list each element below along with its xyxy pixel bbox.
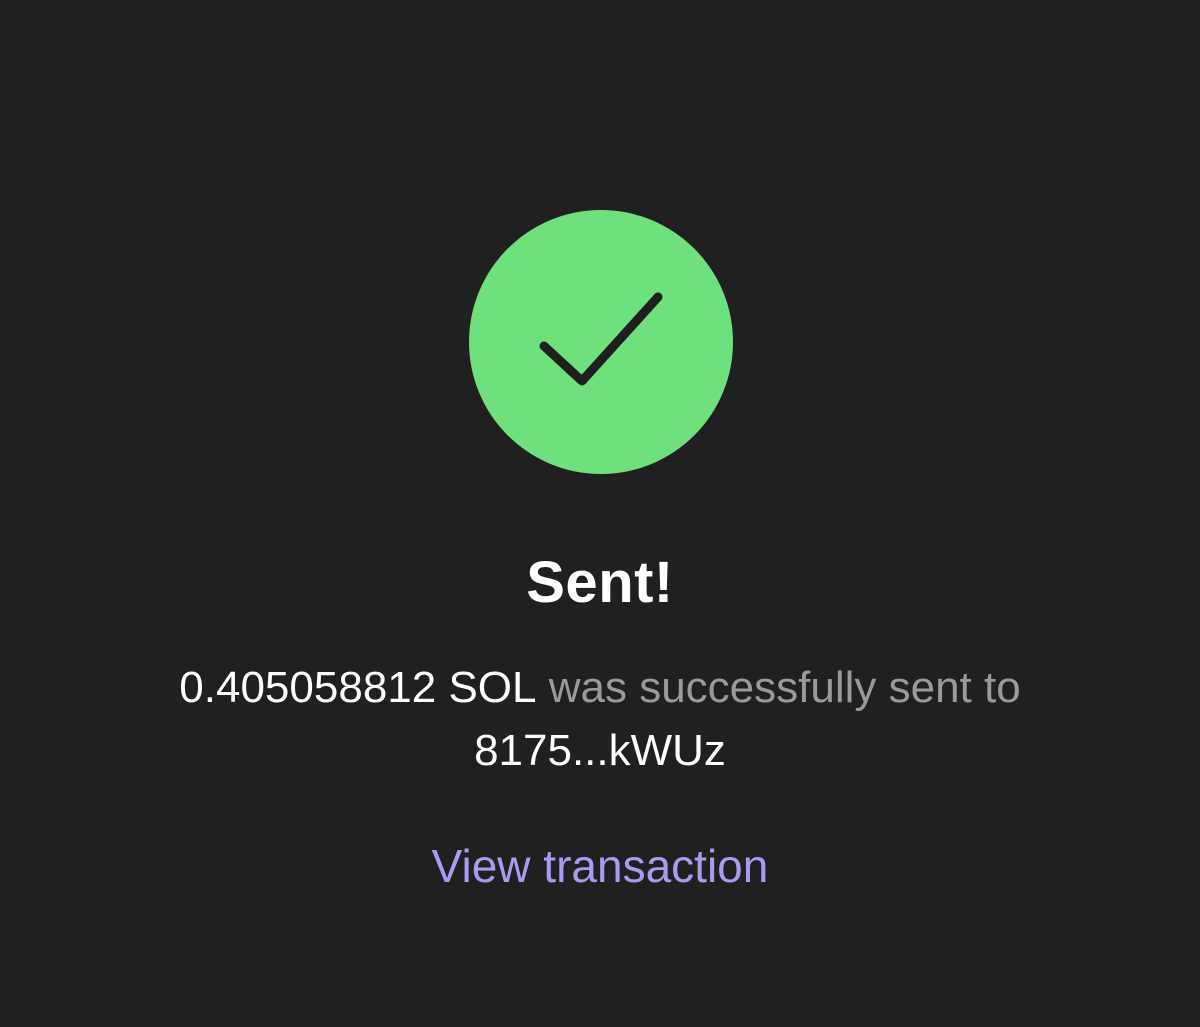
recipient-address: 8175...kWUz: [474, 726, 726, 775]
confirmation-message: 0.405058812 SOL was successfully sent to…: [150, 656, 1050, 782]
message-connector-text: was successfully sent to: [536, 663, 1021, 712]
transaction-sent-screen: Sent! 0.405058812 SOL was successfully s…: [0, 0, 1200, 1027]
success-circle: [469, 210, 733, 474]
status-title: Sent!: [526, 550, 674, 615]
checkmark-icon: [539, 292, 663, 386]
sent-amount: 0.405058812 SOL: [179, 663, 537, 712]
view-transaction-link[interactable]: View transaction: [0, 836, 1200, 896]
